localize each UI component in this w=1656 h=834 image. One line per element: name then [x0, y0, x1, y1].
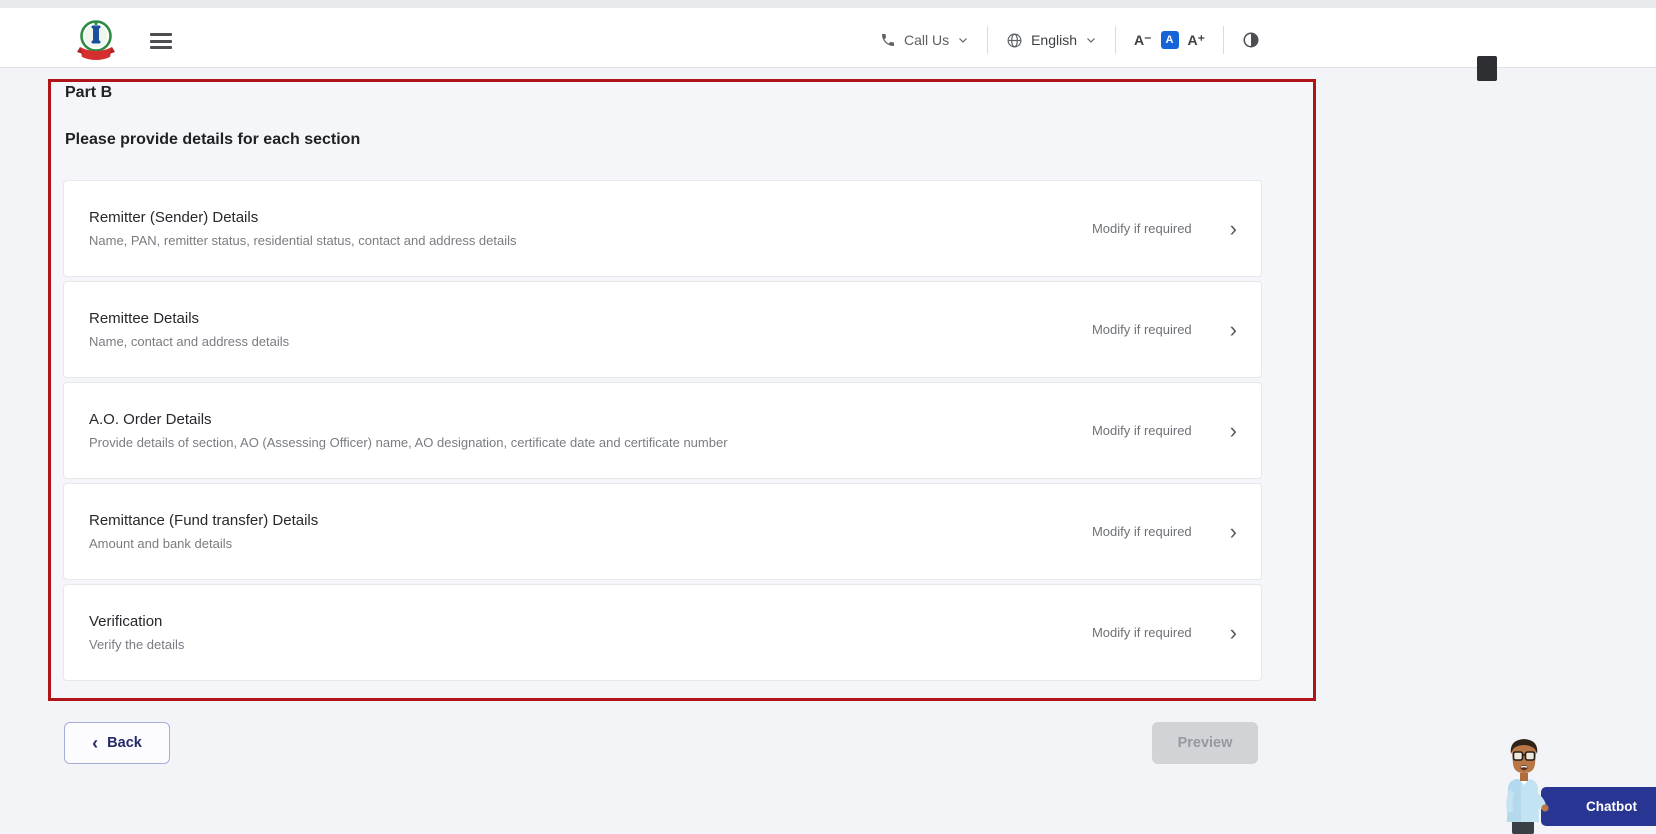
- section-action-label: Modify if required: [1091, 322, 1192, 337]
- language-label: English: [1031, 32, 1077, 48]
- part-b-panel: Part B Please provide details for each s…: [48, 79, 1316, 701]
- section-subtitle: Provide details of section, AO (Assessin…: [89, 435, 728, 450]
- divider: [1223, 26, 1224, 54]
- income-tax-department-logo-icon: [77, 20, 115, 60]
- divider: [987, 26, 989, 54]
- section-title: Remittance (Fund transfer) Details: [89, 512, 319, 529]
- divider: [1115, 26, 1116, 54]
- chatbot-mascot-icon[interactable]: [1496, 736, 1552, 834]
- chevron-left-icon: ‹: [92, 733, 99, 753]
- panel-heading: Please provide details for each section: [65, 131, 361, 148]
- section-subtitle: Amount and bank details: [89, 536, 233, 551]
- phone-icon: [881, 34, 894, 46]
- section-title: Remittee Details: [89, 310, 200, 327]
- font-size-controls: A⁻ A A⁺: [1134, 31, 1205, 49]
- section-card-remittance[interactable]: Remittance (Fund transfer) Details Amoun…: [63, 483, 1262, 580]
- section-action-label: Modify if required: [1091, 221, 1192, 236]
- section-card-right: Modify if required ›: [1091, 520, 1237, 543]
- section-title: Remitter (Sender) Details: [89, 209, 259, 226]
- chatbot-button[interactable]: Chatbot: [1541, 787, 1656, 826]
- section-card-verification[interactable]: Verification Verify the details Modify i…: [63, 584, 1262, 681]
- section-subtitle: Verify the details: [89, 637, 185, 652]
- part-title: Part B: [65, 84, 113, 101]
- section-title: Verification: [89, 613, 163, 630]
- section-card-right: Modify if required ›: [1091, 419, 1237, 442]
- chevron-down-icon: [959, 38, 968, 43]
- font-increase-button[interactable]: A⁺: [1188, 32, 1206, 49]
- back-button[interactable]: ‹ Back: [64, 722, 170, 764]
- section-card-list: Remitter (Sender) Details Name, PAN, rem…: [63, 180, 1262, 681]
- font-decrease-button[interactable]: A⁻: [1134, 32, 1152, 49]
- section-card-remitter[interactable]: Remitter (Sender) Details Name, PAN, rem…: [63, 180, 1262, 277]
- section-text: A.O. Order Details Provide details of se…: [89, 411, 728, 450]
- font-default-button[interactable]: A: [1160, 31, 1179, 49]
- chevron-right-icon[interactable]: ›: [1230, 520, 1237, 543]
- chevron-right-icon[interactable]: ›: [1230, 318, 1237, 341]
- section-action-label: Modify if required: [1091, 423, 1192, 438]
- section-subtitle: Name, PAN, remitter status, residential …: [89, 233, 517, 248]
- section-card-right: Modify if required ›: [1091, 217, 1237, 240]
- chevron-down-icon: [1087, 38, 1095, 43]
- section-text: Remitter (Sender) Details Name, PAN, rem…: [89, 209, 517, 248]
- chatbot-label: Chatbot: [1586, 799, 1637, 814]
- section-title: A.O. Order Details: [89, 411, 212, 428]
- section-card-ao-order[interactable]: A.O. Order Details Provide details of se…: [63, 382, 1262, 479]
- section-subtitle: Name, contact and address details: [89, 334, 290, 349]
- chevron-right-icon[interactable]: ›: [1230, 217, 1237, 240]
- preview-button[interactable]: Preview: [1152, 722, 1258, 764]
- call-us-label: Call Us: [903, 32, 950, 48]
- section-action-label: Modify if required: [1091, 625, 1192, 640]
- section-text: Verification Verify the details: [89, 613, 184, 652]
- section-action-label: Modify if required: [1091, 524, 1192, 539]
- chevron-right-icon[interactable]: ›: [1230, 621, 1237, 644]
- menu-icon[interactable]: [150, 33, 172, 49]
- call-us-menu[interactable]: Call Us: [880, 32, 969, 48]
- back-button-label: Back: [107, 735, 142, 751]
- section-text: Remittee Details Name, contact and addre…: [89, 310, 289, 349]
- app-header: Call Us English A⁻ A A⁺: [0, 8, 1656, 68]
- section-card-right: Modify if required ›: [1091, 621, 1237, 644]
- top-strip: [0, 0, 1656, 8]
- scrollbar-thumb[interactable]: [1477, 56, 1497, 81]
- globe-icon: [1007, 33, 1022, 47]
- section-text: Remittance (Fund transfer) Details Amoun…: [89, 512, 318, 551]
- section-card-remittee[interactable]: Remittee Details Name, contact and addre…: [63, 281, 1262, 378]
- contrast-toggle-icon[interactable]: [1242, 31, 1260, 49]
- chevron-right-icon[interactable]: ›: [1230, 419, 1237, 442]
- language-menu[interactable]: English: [1006, 32, 1097, 49]
- section-card-right: Modify if required ›: [1091, 318, 1237, 341]
- header-toolbar: Call Us English A⁻ A A⁺: [880, 22, 1260, 58]
